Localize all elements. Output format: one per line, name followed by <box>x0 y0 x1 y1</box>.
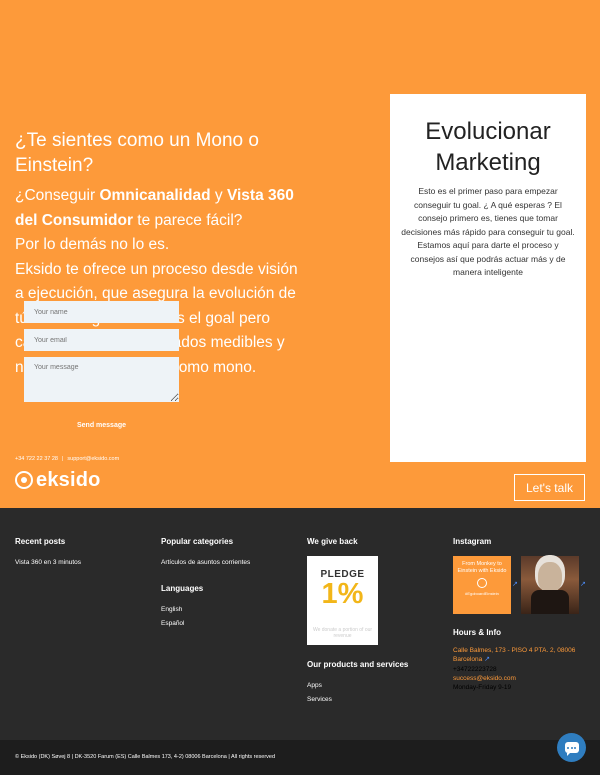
einstein-portrait-body <box>531 590 569 614</box>
chat-widget-button[interactable] <box>557 733 586 762</box>
pledge-number: 1% <box>321 578 364 610</box>
hero-body-line: Por lo demás no lo es. <box>15 236 170 253</box>
hours-email[interactable]: success@eksido.com <box>453 675 516 684</box>
hero-body-bold: Omnicanalidad <box>99 187 211 204</box>
footer <box>0 508 600 740</box>
hero-body-text: y <box>210 187 227 204</box>
popular-categories-title: Popular categories <box>161 537 234 546</box>
copyright-text: © Eksido (DK) Søvej 8 | DK-3520 Farum (E… <box>15 754 276 760</box>
send-message-button[interactable]: Send message <box>24 414 179 437</box>
hero-phone[interactable]: +34 722 22 37 28 <box>15 456 58 462</box>
hours-schedule: Monday-Friday 9-19 <box>453 684 512 691</box>
email-input[interactable] <box>24 329 179 351</box>
name-input[interactable] <box>24 301 179 323</box>
hours-phone[interactable]: +34722223728 <box>453 666 497 675</box>
address-text: Calle Balmes, 173 - PISO 4 PTA. 2, 08006… <box>453 647 576 663</box>
hero-section: ¿Te sientes como un Mono o Einstein? ¿Co… <box>0 0 600 508</box>
instagram-post-text: From Monkey to Einstein with Eksido <box>457 561 507 574</box>
hours-info-title: Hours & Info <box>453 628 501 637</box>
instagram-post-tag: #EgoboardEinstein <box>465 591 499 596</box>
external-link-icon: ↗ <box>580 581 586 588</box>
products-title: Our products and services <box>307 660 409 669</box>
instagram-post-2[interactable] <box>521 556 579 614</box>
hero-body-text: ¿Conseguir <box>15 187 100 204</box>
hero-email[interactable]: support@eksido.com <box>67 456 119 462</box>
eksido-logo-icon <box>15 471 33 489</box>
hero-heading: ¿Te sientes como un Mono o Einstein? <box>15 130 259 176</box>
contact-form-card: Evolucionar Marketing Esto es el primer … <box>390 94 586 462</box>
instagram-title: Instagram <box>453 537 492 546</box>
address-link[interactable]: Calle Balmes, 173 - PISO 4 PTA. 2, 08006… <box>453 647 588 664</box>
hero-contacts: +34 722 22 37 28 | support@eksido.com <box>15 456 120 462</box>
external-link-icon: ↗ <box>484 655 490 663</box>
message-textarea[interactable] <box>24 357 179 402</box>
contact-form-title: Evolucionar Marketing <box>425 118 551 176</box>
recent-posts-title: Recent posts <box>15 537 66 546</box>
eksido-logo-text: eksido <box>36 468 101 491</box>
instagram-post-1[interactable]: From Monkey to Einstein with Eksido #Ego… <box>453 556 511 614</box>
language-english-link[interactable]: English <box>161 606 182 613</box>
external-link-icon: ↗ <box>512 581 518 588</box>
recent-post-link[interactable]: Vista 360 en 3 minutos <box>15 559 81 566</box>
pledge-subtitle: We donate a portion of our revenue <box>312 627 373 639</box>
hero-body-text: te parece fácil? <box>132 211 243 229</box>
eksido-logo[interactable]: eksido <box>15 468 101 491</box>
contact-form-description: Esto es el primer paso para empezar cons… <box>401 186 575 277</box>
einstein-portrait-image <box>538 562 562 592</box>
product-services-link[interactable]: Services <box>307 696 332 703</box>
pledge-1-percent-badge[interactable]: PLEDGE 1% We donate a portion of our rev… <box>307 556 378 645</box>
category-link[interactable]: Artículos de asuntos corrientes <box>161 559 250 566</box>
product-apps-link[interactable]: Apps <box>307 682 322 689</box>
languages-title: Languages <box>161 584 204 593</box>
we-give-back-title: We give back <box>307 537 358 546</box>
language-espanol-link[interactable]: Español <box>161 620 185 627</box>
chat-icon <box>564 742 579 756</box>
lets-talk-button[interactable]: Let's talk <box>514 474 585 501</box>
eksido-mark-icon <box>477 578 487 588</box>
